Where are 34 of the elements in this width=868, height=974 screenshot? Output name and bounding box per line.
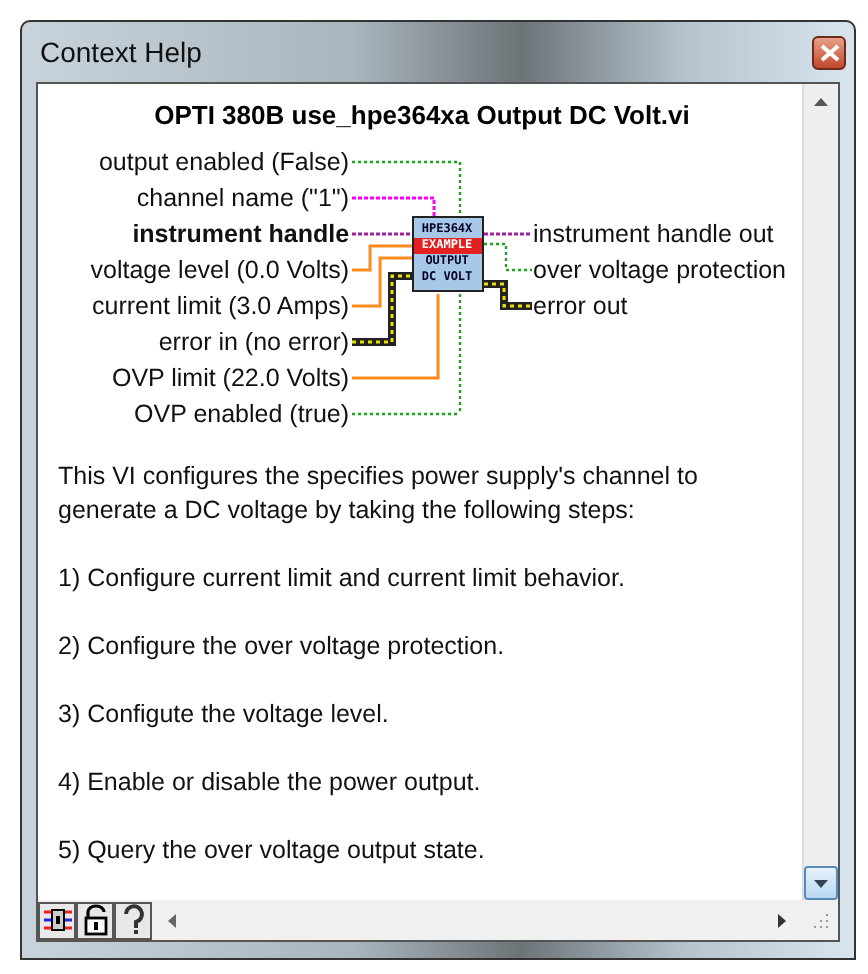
connector-icon bbox=[41, 904, 73, 936]
help-paragraph: 3) Configute the voltage level. bbox=[58, 698, 391, 732]
help-paragraph: 5) Query the over voltage output state. bbox=[58, 834, 487, 868]
resize-grip-icon bbox=[810, 910, 830, 930]
left-arrow-icon bbox=[168, 913, 176, 927]
up-arrow-icon bbox=[814, 97, 828, 105]
vi-title: OPTI 380B use_hpe364xa Output DC Volt.vi bbox=[152, 100, 692, 130]
close-icon bbox=[819, 43, 839, 61]
terminal-label: error in (no error) bbox=[158, 326, 350, 360]
help-paragraph: 1) Configure current limit and current limit behavior. bbox=[58, 562, 627, 596]
terminal-label: voltage level (0.0 Volts) bbox=[90, 254, 350, 288]
question-mark-icon bbox=[121, 904, 145, 936]
terminal-label: instrument handle out bbox=[533, 218, 776, 252]
close-button[interactable] bbox=[812, 35, 846, 69]
help-paragraph: 4) Enable or disable the power output. bbox=[58, 766, 483, 800]
scroll-down-button[interactable] bbox=[804, 866, 838, 900]
vertical-scrollbar[interactable] bbox=[802, 84, 838, 900]
help-button[interactable] bbox=[114, 901, 152, 939]
terminal-label: output enabled (False) bbox=[98, 146, 350, 180]
down-arrow-icon bbox=[814, 879, 828, 887]
terminal-label: over voltage protection bbox=[533, 254, 786, 288]
window-title: Context Help bbox=[38, 36, 202, 68]
terminal-label: OVP limit (22.0 Volts) bbox=[111, 362, 350, 396]
terminal-label: OVP enabled (true) bbox=[134, 398, 350, 432]
show-optional-terminals-button[interactable] bbox=[38, 901, 76, 939]
terminal-label: error out bbox=[533, 290, 630, 324]
terminal-label: instrument handle bbox=[132, 218, 350, 252]
lock-icon bbox=[81, 904, 109, 936]
terminal-label: current limit (3.0 Amps) bbox=[92, 290, 350, 324]
right-arrow-icon bbox=[778, 913, 786, 927]
help-paragraph: 2) Configure the over voltage protection. bbox=[58, 630, 507, 664]
help-paragraph: This VI configures the specifies power supply's channel to generate a DC voltage by taking the following steps: bbox=[58, 460, 700, 528]
lock-button[interactable] bbox=[76, 901, 114, 939]
terminal-label: channel name ("1") bbox=[136, 182, 350, 216]
